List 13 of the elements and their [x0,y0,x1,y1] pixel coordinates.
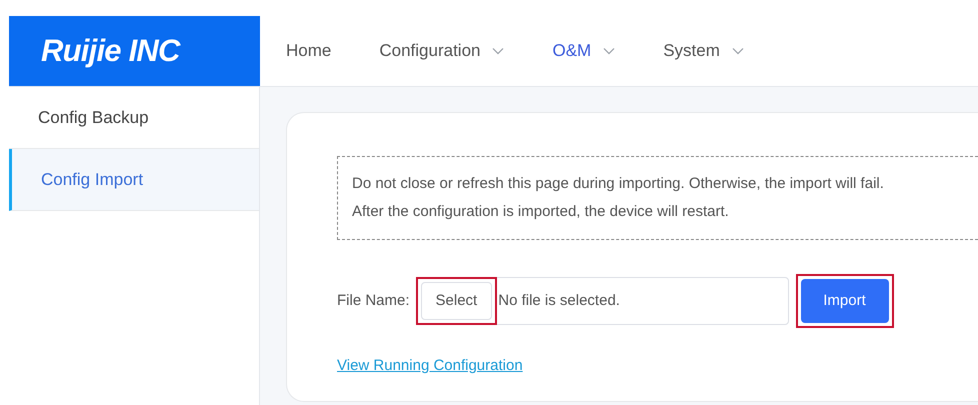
notice-text: Do not close or refresh this page during importing. Otherwise, the import will fail. [352,174,885,194]
nav-tab[interactable]: Home [286,38,332,64]
file-value: No file is selected. [498,290,620,311]
nav-tab[interactable]: System [663,38,744,64]
nav-tab[interactable]: Configuration [379,38,504,64]
notice-text: After the configuration is imported, the device will restart. [352,202,730,222]
logo: Ruijie INC [9,16,260,86]
field-label: File Name: [337,290,410,311]
sidebar-item[interactable]: Config Import [9,149,259,211]
file-field[interactable]: Select No file is selected. [416,277,789,325]
nav-tab[interactable]: O&M [552,38,616,64]
select-button[interactable]: Select [420,282,492,320]
import-button[interactable]: Import [800,279,889,323]
